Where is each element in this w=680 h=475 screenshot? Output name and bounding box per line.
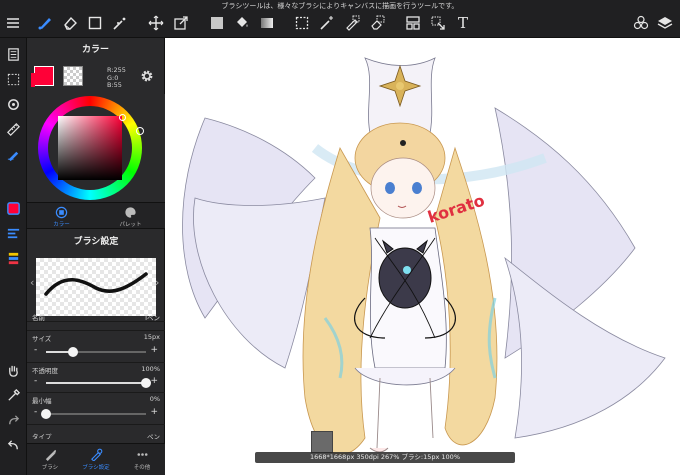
magic-wand-icon[interactable] bbox=[316, 12, 338, 34]
size-value: 15px bbox=[143, 333, 160, 341]
layers-icon[interactable] bbox=[654, 12, 676, 34]
rgb-readout: R:255 G:0 B:55 bbox=[107, 66, 126, 90]
wand-icon[interactable] bbox=[109, 12, 131, 34]
fill-color-icon[interactable] bbox=[206, 12, 228, 34]
sv-knob[interactable] bbox=[119, 114, 126, 121]
tab-color-label: カラー bbox=[53, 222, 70, 228]
size-plus-button[interactable]: + bbox=[150, 345, 158, 355]
sub-color-swatch[interactable] bbox=[63, 66, 83, 86]
opacity-value: 100% bbox=[141, 365, 160, 373]
size-minus-button[interactable]: - bbox=[34, 345, 37, 355]
tab-brush-settings[interactable]: ブラシ設定 bbox=[73, 448, 119, 474]
tool-hint: ブラシツールは、様々なブラシによりキャンバスに描画を行うツールです。 bbox=[221, 2, 459, 10]
min-width-plus-button[interactable]: + bbox=[150, 407, 158, 417]
brush-settings-title: ブラシ設定 bbox=[73, 237, 119, 247]
brush-name-value: Iペン bbox=[145, 314, 160, 322]
left-tool-column bbox=[0, 38, 27, 475]
tab-other-label: その他 bbox=[133, 465, 151, 471]
tab-brush-settings-label: ブラシ設定 bbox=[82, 465, 110, 471]
eraser-icon[interactable] bbox=[59, 12, 81, 34]
eyedropper-icon[interactable] bbox=[3, 385, 24, 406]
side-panel: カラー R:255 G:0 B:55 カラー パレット ブラシ設定 ‹ › 名前… bbox=[27, 38, 165, 475]
select-eraser-icon[interactable] bbox=[366, 12, 388, 34]
size-row: サイズ 15px bbox=[32, 333, 160, 343]
min-width-row: 最小幅 0% bbox=[32, 395, 160, 405]
layer-panel-icon[interactable] bbox=[3, 248, 24, 269]
gear-icon[interactable] bbox=[139, 68, 157, 86]
text-icon[interactable]: T bbox=[452, 12, 474, 34]
min-width-minus-button[interactable]: - bbox=[34, 407, 37, 417]
select-move-icon[interactable] bbox=[427, 12, 449, 34]
tab-brush-label: ブラシ bbox=[41, 465, 59, 471]
transform-icon[interactable] bbox=[170, 12, 192, 34]
size-slider[interactable]: - + bbox=[32, 345, 160, 358]
brush-stroke-preview bbox=[36, 258, 156, 316]
rectangle-icon[interactable] bbox=[84, 12, 106, 34]
materials-icon[interactable] bbox=[630, 12, 652, 34]
min-width-value: 0% bbox=[149, 395, 160, 403]
top-toolbar: ブラシツールは、様々なブラシによりキャンバスに描画を行うツールです。 T bbox=[0, 0, 680, 38]
type-value: ペン bbox=[147, 433, 160, 439]
brush-settings-panel-icon[interactable] bbox=[3, 223, 24, 244]
saturation-value-square[interactable] bbox=[58, 116, 122, 180]
opacity-label: 不透明度 bbox=[32, 367, 58, 375]
drawing-canvas[interactable]: korato 1668*1668px 350dpi 267% ブラシ:15px … bbox=[165, 38, 680, 475]
snap-icon[interactable] bbox=[3, 144, 24, 165]
opacity-slider[interactable]: - + bbox=[32, 376, 160, 389]
opacity-plus-button[interactable]: + bbox=[150, 376, 158, 386]
tab-brush[interactable]: ブラシ bbox=[27, 448, 73, 474]
rotate-icon[interactable] bbox=[3, 94, 24, 115]
selection-icon[interactable] bbox=[3, 69, 24, 90]
select-pen-icon[interactable] bbox=[341, 12, 363, 34]
opacity-row: 不透明度 100% bbox=[32, 365, 160, 375]
brush-name-row[interactable]: 名前 Iペン bbox=[32, 312, 160, 322]
pages-icon[interactable] bbox=[3, 44, 24, 65]
next-brush-icon[interactable]: › bbox=[155, 276, 159, 289]
frame-icon[interactable] bbox=[402, 12, 424, 34]
undo-icon[interactable] bbox=[3, 435, 24, 456]
color-panel-title: カラー bbox=[81, 45, 109, 55]
min-width-label: 最小幅 bbox=[32, 397, 52, 405]
color-swatches: R:255 G:0 B:55 bbox=[27, 62, 165, 94]
size-label: サイズ bbox=[32, 335, 52, 343]
menu-icon[interactable] bbox=[2, 12, 24, 34]
opacity-minus-button[interactable]: - bbox=[34, 376, 37, 386]
main-color-swatch[interactable] bbox=[31, 66, 54, 87]
artwork: korato bbox=[182, 57, 666, 455]
gradient-icon[interactable] bbox=[256, 12, 278, 34]
select-rect-icon[interactable] bbox=[291, 12, 313, 34]
tab-color[interactable]: カラー bbox=[27, 205, 96, 229]
bucket-icon[interactable] bbox=[231, 12, 253, 34]
move-icon[interactable] bbox=[145, 12, 167, 34]
tab-other[interactable]: その他 bbox=[119, 448, 165, 474]
min-width-slider[interactable]: - + bbox=[32, 407, 160, 420]
color-tabs: カラー パレット bbox=[27, 202, 165, 229]
tab-palette-label: パレット bbox=[119, 222, 142, 228]
type-row[interactable]: タイプ ペン bbox=[32, 431, 160, 439]
bottom-tabs: ブラシ ブラシ設定 その他 bbox=[27, 443, 165, 475]
app-window: ブラシツールは、様々なブラシによりキャンバスに描画を行うツールです。 T カラー… bbox=[0, 0, 680, 475]
tab-palette[interactable]: パレット bbox=[96, 205, 165, 229]
ruler-icon[interactable] bbox=[3, 119, 24, 140]
hand-icon[interactable] bbox=[3, 360, 24, 381]
redo-icon[interactable] bbox=[3, 410, 24, 431]
type-label: タイプ bbox=[32, 433, 52, 439]
canvas-thumbnail[interactable] bbox=[311, 431, 333, 453]
size-slider-knob[interactable] bbox=[68, 347, 78, 357]
color-panel-icon[interactable] bbox=[3, 198, 24, 219]
prev-brush-icon[interactable]: ‹ bbox=[30, 276, 34, 289]
hue-knob[interactable] bbox=[136, 127, 144, 135]
brush-name-label: 名前 bbox=[32, 314, 45, 322]
rgb-b: B:55 bbox=[107, 81, 122, 89]
min-width-slider-knob[interactable] bbox=[41, 409, 51, 419]
color-wheel-area bbox=[27, 94, 165, 202]
brush-icon[interactable] bbox=[34, 12, 56, 34]
canvas-status-bar: 1668*1668px 350dpi 267% ブラシ:15px 100% bbox=[255, 452, 515, 463]
